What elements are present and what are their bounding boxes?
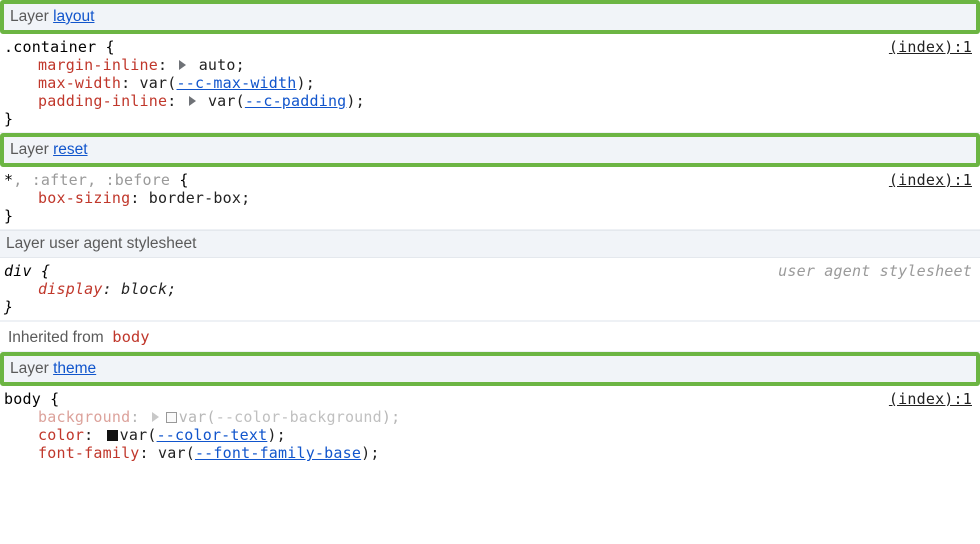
layer-link-reset[interactable]: reset bbox=[53, 141, 87, 158]
declaration[interactable]: font-family: var(--font-family-base); bbox=[4, 444, 972, 462]
color-swatch[interactable] bbox=[166, 412, 177, 423]
inherited-from-row: Inherited from body bbox=[0, 321, 980, 352]
css-var-link[interactable]: --color-text bbox=[157, 426, 268, 444]
layer-link-layout[interactable]: layout bbox=[53, 8, 94, 25]
colon: : bbox=[167, 92, 185, 110]
css-property: color bbox=[38, 426, 84, 444]
tail: ); bbox=[296, 74, 314, 92]
css-value: auto bbox=[199, 56, 236, 74]
close-brace: } bbox=[4, 298, 13, 316]
semi: ; bbox=[236, 56, 245, 74]
css-property: font-family bbox=[38, 444, 140, 462]
expand-icon[interactable] bbox=[179, 60, 186, 70]
selector[interactable]: body bbox=[4, 390, 41, 408]
layer-label: Layer user agent stylesheet bbox=[6, 235, 196, 252]
css-property: padding-inline bbox=[38, 92, 167, 110]
fn: var( bbox=[158, 444, 195, 462]
declaration-inactive[interactable]: background: var(--color-background); bbox=[4, 408, 972, 426]
tail: ); bbox=[361, 444, 379, 462]
layer-header-layout[interactable]: Layer layout bbox=[0, 0, 980, 34]
expand-icon[interactable] bbox=[189, 96, 196, 106]
css-var-link[interactable]: --font-family-base bbox=[195, 444, 361, 462]
selector-dim: , :after, :before bbox=[13, 171, 170, 189]
css-property: margin-inline bbox=[38, 56, 158, 74]
inherited-tag[interactable]: body bbox=[112, 328, 149, 346]
fn: var( bbox=[179, 408, 216, 426]
rule-container: (index):1 .container { margin-inline: au… bbox=[0, 34, 980, 133]
colon: : bbox=[140, 444, 158, 462]
ua-source-label: user agent stylesheet bbox=[778, 262, 972, 280]
layer-header-user-agent: Layer user agent stylesheet bbox=[0, 230, 980, 258]
declaration[interactable]: margin-inline: auto; bbox=[4, 56, 972, 74]
css-value: block bbox=[121, 280, 167, 298]
open-brace: { bbox=[170, 171, 188, 189]
open-brace: { bbox=[41, 390, 59, 408]
css-var-link[interactable]: --c-padding bbox=[245, 92, 347, 110]
layer-word: Layer bbox=[10, 360, 49, 377]
css-property: max-width bbox=[38, 74, 121, 92]
rule-body: (index):1 body { background: var(--color… bbox=[0, 386, 980, 482]
source-link[interactable]: (index):1 bbox=[889, 38, 972, 56]
tail: ); bbox=[267, 426, 285, 444]
colon: : bbox=[121, 74, 139, 92]
colon: : bbox=[130, 408, 148, 426]
rule-reset: (index):1 *, :after, :before { box-sizin… bbox=[0, 167, 980, 230]
layer-header-theme[interactable]: Layer theme bbox=[0, 352, 980, 386]
selector[interactable]: div bbox=[4, 262, 32, 280]
css-var-link[interactable]: --color-background bbox=[216, 408, 382, 426]
open-brace: { bbox=[32, 262, 50, 280]
tail: ); bbox=[382, 408, 400, 426]
open-brace: { bbox=[96, 38, 114, 56]
color-swatch[interactable] bbox=[107, 430, 118, 441]
tail: ); bbox=[346, 92, 364, 110]
declaration[interactable]: color: var(--color-text); bbox=[4, 426, 972, 444]
css-property: background bbox=[38, 408, 130, 426]
css-value: border-box bbox=[149, 189, 241, 207]
declaration[interactable]: display: block; bbox=[4, 280, 972, 298]
css-property: box-sizing bbox=[38, 189, 130, 207]
semi: ; bbox=[241, 189, 250, 207]
expand-icon[interactable] bbox=[152, 412, 159, 422]
colon: : bbox=[158, 56, 176, 74]
layer-word: Layer bbox=[10, 8, 49, 25]
css-property: display bbox=[38, 280, 103, 298]
selector[interactable]: .container bbox=[4, 38, 96, 56]
semi: ; bbox=[167, 280, 176, 298]
colon: : bbox=[130, 189, 148, 207]
close-brace: } bbox=[4, 207, 13, 225]
source-link[interactable]: (index):1 bbox=[889, 171, 972, 189]
layer-link-theme[interactable]: theme bbox=[53, 360, 96, 377]
rule-user-agent: user agent stylesheet div { display: blo… bbox=[0, 258, 980, 321]
layer-header-reset[interactable]: Layer reset bbox=[0, 133, 980, 167]
declaration[interactable]: padding-inline: var(--c-padding); bbox=[4, 92, 972, 110]
fn: var( bbox=[208, 92, 245, 110]
colon: : bbox=[103, 280, 121, 298]
declaration[interactable]: box-sizing: border-box; bbox=[4, 189, 972, 207]
close-brace: } bbox=[4, 110, 13, 128]
layer-word: Layer bbox=[10, 141, 49, 158]
fn: var( bbox=[140, 74, 177, 92]
inherited-label: Inherited from bbox=[8, 329, 104, 346]
fn: var( bbox=[120, 426, 157, 444]
css-var-link[interactable]: --c-max-width bbox=[176, 74, 296, 92]
source-link[interactable]: (index):1 bbox=[889, 390, 972, 408]
declaration[interactable]: max-width: var(--c-max-width); bbox=[4, 74, 972, 92]
selector[interactable]: * bbox=[4, 171, 13, 189]
colon: : bbox=[84, 426, 102, 444]
